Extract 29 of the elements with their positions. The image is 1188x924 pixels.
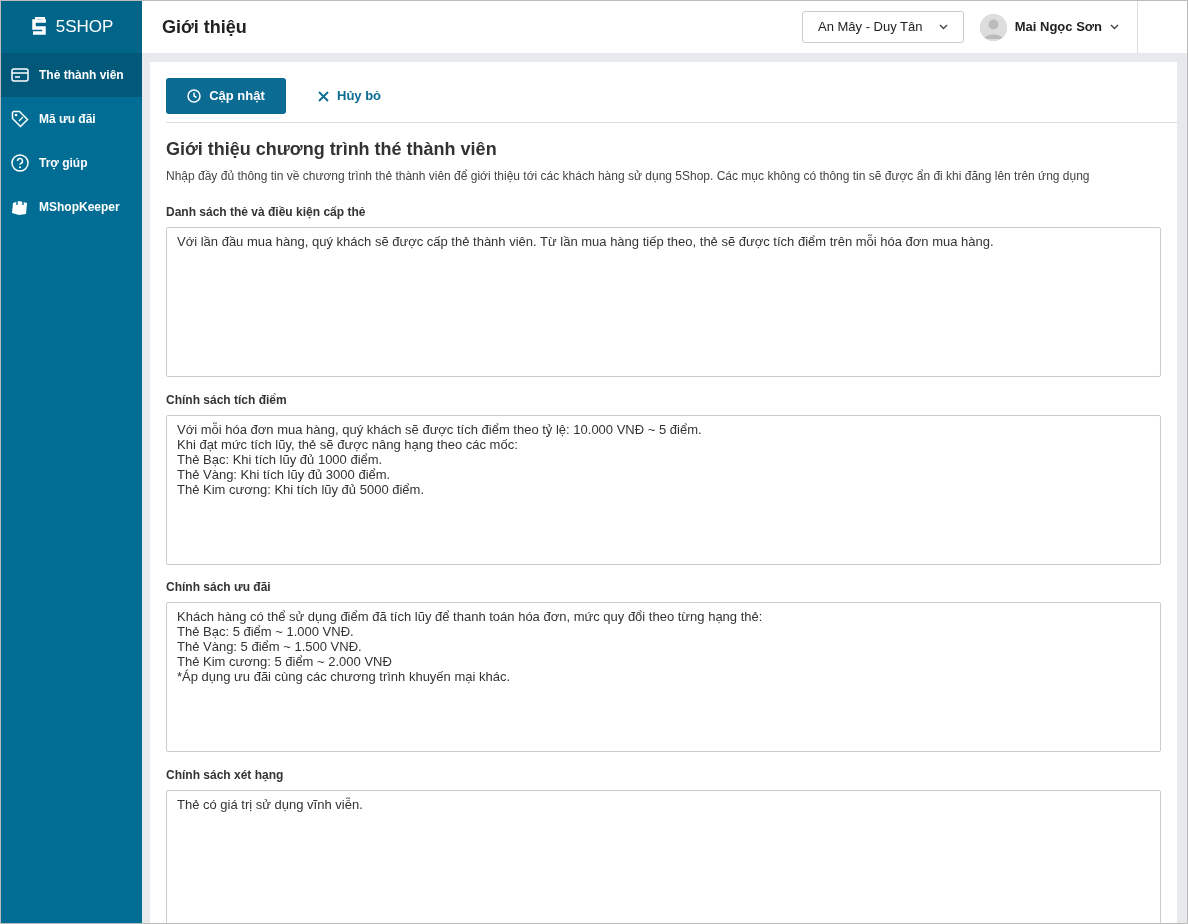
form-title: Giới thiệu chương trình thé thành viên: [166, 138, 498, 161]
avatar-icon: [979, 13, 1007, 41]
text-area[interactable]: Thẻ có giá trị sử dụng vĩnh viễn.: [166, 789, 1161, 923]
text-area[interactable]: Với lần đầu mua hàng, quý khách sẽ được cấp thẻ thành viên. Từ lần mua hàng tiếp theo, thẻ sẽ được tích điểm trên mỗi hóa đơn mua hàng.: [166, 227, 1161, 377]
user-menu[interactable]: Mai Ngọc Sơn: [963, 13, 1137, 41]
logo-text: 5SHOP: [55, 16, 114, 39]
card-icon: [11, 68, 29, 82]
text-area[interactable]: Với mỗi hóa đơn mua hàng, quý khách sẽ được tích điểm theo tỷ lệ: 10.000 VNĐ ~ 5 điểm. Khi đạt mức tích lũy, thẻ sẽ được nâng hạng theo các mốc: Thẻ Bạc: Khi tích lũy đủ 1000 điểm. Thẻ Vàng: Khi tích lũy đủ 3000 điểm. Thẻ Kim cương: Khi tích lũy đủ 5000 điểm.: [166, 414, 1161, 565]
shopping-bag-icon: [11, 198, 29, 216]
close-icon: [318, 90, 329, 102]
form-description: Nhập đầy đủ thông tin về chương trình thẻ thành viên để giới thiệu tới các khách hàng sử dụng 5Shop. Các mục không có thông tin sẽ được ẩn đi khi đăng lên trên ứng dụng: [166, 168, 1090, 185]
clock-icon: [187, 89, 202, 103]
sidebar-item[interactable]: Thẻ thành viên: [1, 53, 142, 97]
field-label: Danh sách thẻ và điều kiện cấp thẻ: [166, 204, 367, 221]
tag-icon: [11, 110, 29, 128]
field-label: Chính sách ưu đãi: [166, 579, 272, 596]
field-label: Chính sách xét hạng: [166, 766, 285, 784]
sidebar-item[interactable]: Trợ giúp: [1, 141, 142, 185]
caret-icon: [938, 24, 948, 30]
update-button[interactable]: Cập nhật: [166, 78, 286, 114]
caret-icon: [1110, 24, 1119, 30]
page-title: Giới thiệu: [162, 15, 247, 39]
cancel-button[interactable]: Hủy bỏ: [306, 86, 394, 106]
field-label: Chính sách tích điểm: [166, 391, 288, 409]
help-icon: [11, 154, 29, 172]
sidebar-item[interactable]: MShopKeeper: [1, 185, 142, 229]
sidebar-item[interactable]: Mã ưu đãi: [1, 97, 142, 141]
store-select[interactable]: An Mây - Duy Tân: [801, 11, 964, 43]
text-area[interactable]: Khách hàng có thể sử dụng điểm đã tích lũy để thanh toán hóa đơn, mức quy đổi theo từng hạng thẻ: Thẻ Bạc: 5 điểm ~ 1.000 VNĐ. Thẻ Vàng: 5 điểm ~ 1.500 VNĐ. Thẻ Kim cương: 5 điểm ~ 2.000 VNĐ *Áp dụng ưu đãi cùng các chương trình khuyến mại khác.: [166, 602, 1161, 752]
